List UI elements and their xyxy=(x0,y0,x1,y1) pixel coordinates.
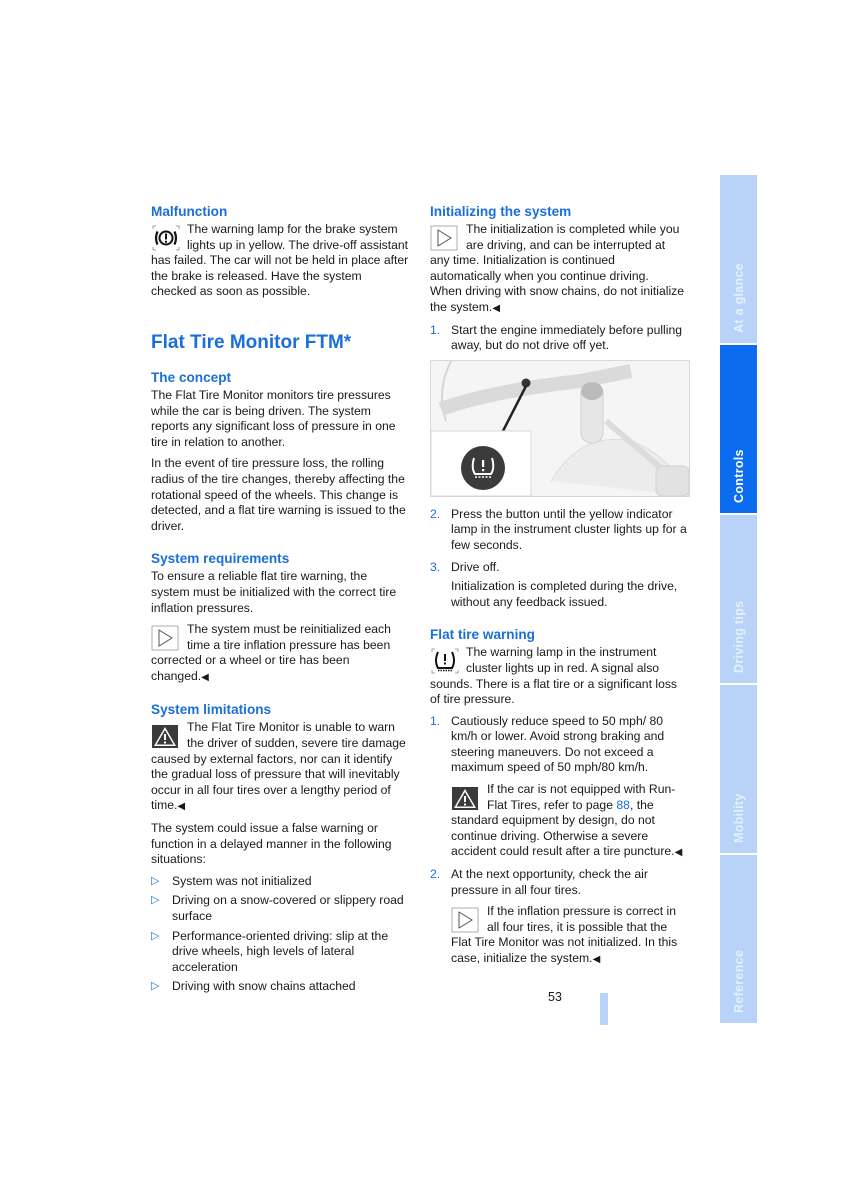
tab-reference[interactable]: Reference xyxy=(720,855,757,1023)
limitations-warning: The Flat Tire Monitor is unable to warn … xyxy=(151,720,409,815)
tab-label: Mobility xyxy=(731,793,746,843)
section-tabs: At a glance Controls Driving tips Mobili… xyxy=(720,175,757,1025)
step-item: 2. Press the button until the yellow indi… xyxy=(430,507,688,554)
step-item: 3. Drive off. xyxy=(430,560,688,576)
malfunction-text: The warning lamp for the brake system li… xyxy=(151,222,409,299)
step-text: Cautiously reduce speed to 50 mph/ 80 km… xyxy=(451,713,665,775)
list-item-text: Driving on a snow-covered or slippery ro… xyxy=(172,893,404,923)
init-note-2: When driving with snow chains, do not in… xyxy=(430,284,688,316)
step-text: At the next opportunity, check the air p… xyxy=(451,867,648,897)
step-number: 3. xyxy=(430,559,441,574)
step-3-detail: Initialization is completed during the d… xyxy=(451,579,678,609)
step-number: 1. xyxy=(430,713,441,728)
limitations-warning-text: The Flat Tire Monitor is unable to warn … xyxy=(151,720,406,813)
tab-label: Reference xyxy=(731,949,746,1013)
step-number: 2. xyxy=(430,867,441,882)
tab-driving-tips[interactable]: Driving tips xyxy=(720,515,757,683)
tab-label: Controls xyxy=(731,449,746,503)
init-note-text: The initialization is completed while yo… xyxy=(430,222,680,283)
list-item: ▷ Performance-oriented driving: slip at t… xyxy=(151,929,409,976)
init-note-2-text: When driving with snow chains, do not in… xyxy=(430,284,685,314)
step-number: 2. xyxy=(430,506,441,521)
list-item: ▷ Driving on a snow-covered or slippery r… xyxy=(151,893,409,924)
inflation-note-text: If the inflation pressure is correct in … xyxy=(451,904,678,965)
step-text: Start the engine immediately before pull… xyxy=(451,322,683,353)
list-item-text: System was not initialized xyxy=(172,873,312,888)
flat-tire-warning-text: The warning lamp in the instrument clust… xyxy=(430,645,678,707)
page-title: Flat Tire Monitor FTM* xyxy=(151,331,352,353)
note-triangle-icon xyxy=(451,907,479,933)
step-text: Press the button until the yellow indica… xyxy=(451,506,687,552)
run-flat-caution: If the car is not equipped with Run-Flat… xyxy=(451,782,688,861)
end-mark: ◀ xyxy=(201,671,209,683)
warning-triangle-icon xyxy=(452,787,478,811)
bullet-triangle-icon: ▷ xyxy=(151,894,160,907)
heading-concept: The concept xyxy=(151,369,232,385)
list-item-text: Driving with snow chains attached xyxy=(172,979,356,994)
step-text: Drive off. xyxy=(451,559,500,574)
list-item-text: Performance-oriented driving: slip at th… xyxy=(172,928,389,974)
end-mark: ◀ xyxy=(177,801,186,813)
note-triangle-icon xyxy=(430,225,458,251)
heading-flat-tire-warning: Flat tire warning xyxy=(430,627,535,643)
init-note: The initialization is completed while yo… xyxy=(430,222,688,284)
tab-controls[interactable]: Controls xyxy=(720,345,757,513)
list-item: ▷ System was not initialized xyxy=(151,874,409,890)
heading-limitations: System limitations xyxy=(151,702,272,718)
inflation-note: If the inflation pressure is correct in … xyxy=(451,904,688,967)
tab-mobility[interactable]: Mobility xyxy=(720,685,757,853)
right-column: Initializing the system The initializati… xyxy=(430,203,690,974)
tab-at-a-glance[interactable]: At a glance xyxy=(720,175,757,343)
bullet-triangle-icon: ▷ xyxy=(151,980,160,993)
flat-tire-button-icon xyxy=(461,445,505,490)
step-item: 1. Cautiously reduce speed to 50 mph/ 80 … xyxy=(430,714,688,776)
page-number: 53 xyxy=(548,990,562,1004)
bullet-triangle-icon: ▷ xyxy=(151,929,160,942)
heading-initializing: Initializing the system xyxy=(430,204,572,219)
console-figure xyxy=(430,359,690,497)
left-column: Malfunction The warning lamp for the bra… xyxy=(151,203,409,999)
limitations-paragraph: The system could issue a false warning o… xyxy=(151,821,392,867)
warning-triangle-icon xyxy=(152,725,178,749)
step-item: 2. At the next opportunity, check the air… xyxy=(430,867,688,898)
concept-paragraph-2: In the event of tire pressure loss, the … xyxy=(151,456,406,533)
malfunction-note: The warning lamp for the brake system li… xyxy=(151,222,409,300)
tab-label: Driving tips xyxy=(731,600,746,673)
page-marker-bar xyxy=(600,993,608,1025)
step-item: 1. Start the engine immediately before pu… xyxy=(430,323,688,354)
concept-paragraph-1: The Flat Tire Monitor monitors tire pres… xyxy=(151,387,396,449)
requirements-note-text: The system must be reinitialized each ti… xyxy=(151,622,391,683)
heading-requirements: System requirements xyxy=(151,551,290,567)
note-triangle-icon xyxy=(151,625,179,651)
tab-label: At a glance xyxy=(731,263,746,333)
list-item: ▷ Driving with snow chains attached xyxy=(151,979,409,995)
end-mark: ◀ xyxy=(592,954,601,965)
flat-tire-warning-note: The warning lamp in the instrument clust… xyxy=(430,645,688,707)
brake-warning-icon xyxy=(152,225,180,251)
step-number: 1. xyxy=(430,322,441,337)
requirements-note: The system must be reinitialized each ti… xyxy=(151,622,409,685)
bullet-triangle-icon: ▷ xyxy=(151,874,160,887)
flat-tire-warning-icon xyxy=(431,648,459,674)
end-mark: ◀ xyxy=(492,302,501,314)
heading-malfunction: Malfunction xyxy=(151,204,228,219)
end-mark: ◀ xyxy=(674,847,683,859)
page-88-link[interactable]: 88 xyxy=(616,798,630,812)
requirements-paragraph: To ensure a reliable flat tire warning, … xyxy=(151,569,397,615)
